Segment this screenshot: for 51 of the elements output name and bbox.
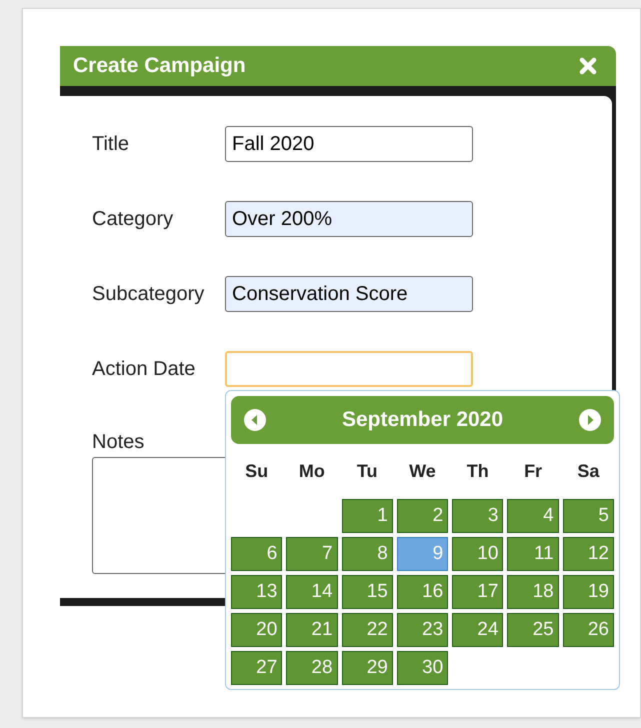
field-label: Category bbox=[92, 207, 174, 232]
close-icon[interactable] bbox=[578, 56, 598, 76]
calendar-day[interactable]: 15 bbox=[342, 575, 393, 609]
field-label: Title bbox=[92, 132, 130, 157]
calendar-day[interactable]: 23 bbox=[396, 613, 448, 647]
calendar-day[interactable]: 27 bbox=[231, 651, 282, 685]
calendar-day[interactable]: 2 bbox=[396, 499, 448, 533]
field-label: Notes bbox=[92, 430, 144, 455]
calendar-day[interactable]: 13 bbox=[231, 575, 282, 609]
weekday-label: Sa bbox=[576, 460, 600, 483]
calendar-day[interactable]: 16 bbox=[396, 575, 448, 609]
calendar-day[interactable]: 26 bbox=[562, 613, 614, 647]
calendar-day[interactable]: 1 bbox=[342, 499, 393, 533]
weekday-label: Th bbox=[466, 460, 490, 483]
input-field[interactable] bbox=[225, 351, 473, 387]
calendar-day[interactable]: 5 bbox=[562, 499, 614, 533]
calendar-day[interactable]: 12 bbox=[562, 537, 614, 571]
dialog-title: Create Campaign bbox=[73, 53, 246, 80]
calendar-day[interactable]: 29 bbox=[342, 651, 393, 685]
next-month-icon[interactable] bbox=[578, 408, 602, 432]
calendar-day[interactable]: 14 bbox=[286, 575, 338, 609]
calendar-day[interactable]: 9 bbox=[396, 537, 448, 571]
weekday-label: Fr bbox=[523, 460, 544, 483]
calendar-day[interactable]: 3 bbox=[452, 499, 504, 533]
calendar-day[interactable]: 21 bbox=[286, 613, 338, 647]
calendar-day[interactable]: 19 bbox=[562, 575, 614, 609]
calendar-day[interactable]: 17 bbox=[452, 575, 504, 609]
calendar-day[interactable]: 25 bbox=[507, 613, 559, 647]
calendar-day[interactable]: 18 bbox=[507, 575, 559, 609]
weekday-label: We bbox=[408, 460, 437, 483]
calendar-day[interactable]: 7 bbox=[286, 537, 338, 571]
calendar-day[interactable]: 28 bbox=[286, 651, 338, 685]
calendar-day[interactable]: 6 bbox=[231, 537, 282, 571]
calendar-day[interactable]: 10 bbox=[452, 537, 504, 571]
calendar-month: September 2020 bbox=[342, 407, 504, 434]
weekday-label: Tu bbox=[356, 460, 379, 483]
calendar-day[interactable]: 22 bbox=[342, 613, 393, 647]
previous-month-icon[interactable] bbox=[243, 408, 267, 432]
calendar-day[interactable]: 20 bbox=[231, 613, 282, 647]
field-label: Subcategory bbox=[92, 282, 206, 307]
input-field[interactable]: Conservation Score bbox=[225, 276, 473, 312]
calendar-day[interactable]: 8 bbox=[342, 537, 393, 571]
calendar-day[interactable]: 24 bbox=[452, 613, 504, 647]
calendar-day[interactable]: 30 bbox=[396, 651, 448, 685]
input-field[interactable]: Over 200% bbox=[225, 201, 473, 237]
input-field[interactable]: Fall 2020 bbox=[225, 126, 473, 162]
weekday-label: Mo bbox=[298, 460, 326, 483]
field-label: Action Date bbox=[92, 357, 196, 382]
weekday-label: Su bbox=[244, 460, 270, 483]
calendar-day[interactable]: 11 bbox=[507, 537, 559, 571]
calendar-day[interactable]: 4 bbox=[507, 499, 559, 533]
